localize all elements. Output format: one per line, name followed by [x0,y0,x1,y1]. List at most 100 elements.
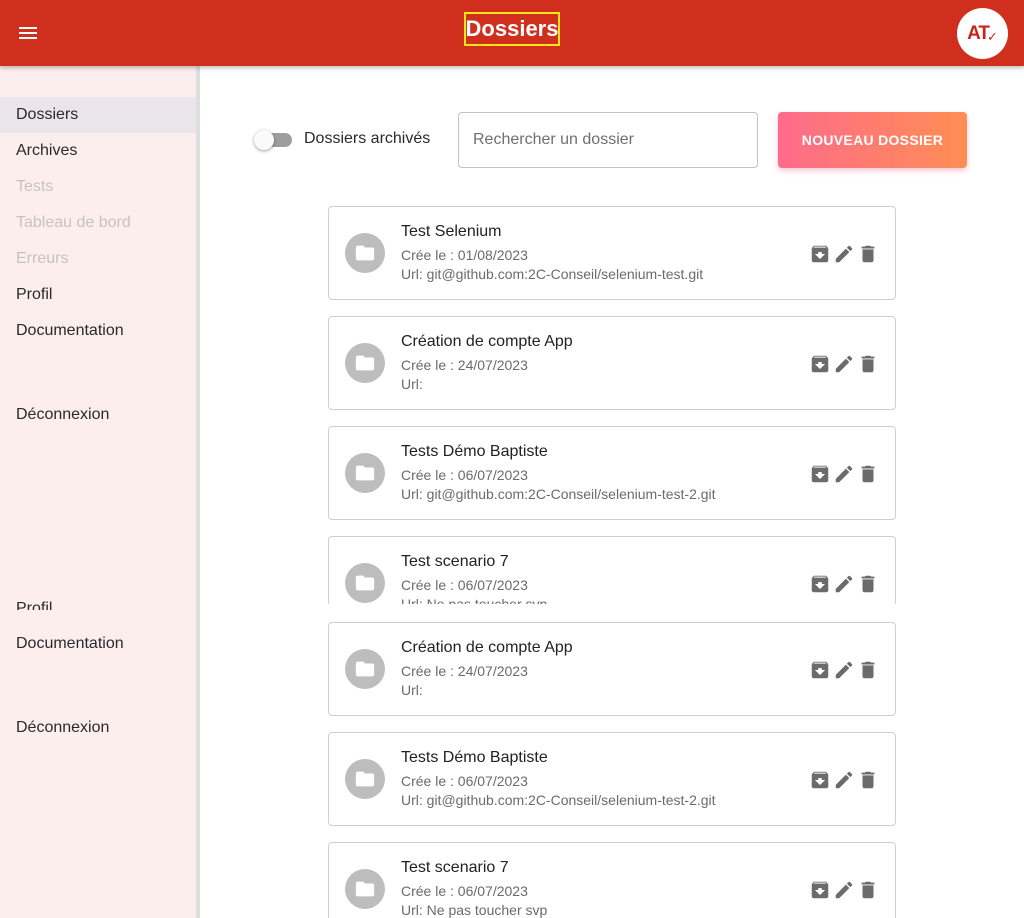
delete-button[interactable] [857,879,879,901]
edit-button[interactable] [833,573,855,595]
edit-button[interactable] [833,243,855,265]
sidebar-item-documentation-repeat[interactable]: Documentation [0,626,196,662]
edit-button[interactable] [833,659,855,681]
archive-button[interactable] [809,879,831,901]
card-url: Url: git@github.com:2C-Conseil/selenium-… [401,792,716,808]
card-title: Tests Démo Baptiste [401,443,548,460]
sidebar-item-tableau-de-bord: Tableau de bord [16,214,131,231]
delete-button[interactable] [857,769,879,791]
archive-button[interactable] [809,463,831,485]
sidebar-item-documentation[interactable]: Documentation [0,313,196,349]
card-url: Url: Ne pas toucher svp [401,902,548,918]
folder-card[interactable]: Test scenario 7 Crée le : 06/07/2023 Url… [328,536,896,604]
folder-card[interactable]: Test Selenium Crée le : 01/08/2023 Url: … [328,206,896,300]
folder-icon [355,661,375,677]
sidebar-item-tests: Tests [16,178,54,195]
edit-button[interactable] [833,353,855,375]
card-actions [809,573,879,595]
archived-toggle[interactable] [254,130,294,150]
archive-button[interactable] [809,659,831,681]
pencil-icon [835,771,853,789]
card-title: Test scenario 7 [401,553,509,570]
card-url: Url: Ne pas toucher svp [401,596,548,604]
card-title: Création de compte App [401,333,573,350]
archive-icon [811,771,829,789]
sidebar-item-deconnexion[interactable]: Déconnexion [0,397,196,433]
edit-button[interactable] [833,769,855,791]
card-actions [809,243,879,265]
archive-button[interactable] [809,769,831,791]
sidebar-divider [196,66,200,918]
folder-icon [355,465,375,481]
archive-icon [811,575,829,593]
trash-icon [861,575,875,593]
archive-icon [811,881,829,899]
sidebar-item-profil-repeat[interactable]: Profil [0,590,196,610]
archive-icon [811,355,829,373]
folder-card[interactable]: Tests Démo Baptiste Crée le : 06/07/2023… [328,732,896,826]
trash-icon [861,465,875,483]
edit-button[interactable] [833,463,855,485]
menu-icon-bar [19,37,37,39]
sidebar-item-deconnexion-repeat[interactable]: Déconnexion [0,710,196,746]
folder-card[interactable]: Tests Démo Baptiste Crée le : 06/07/2023… [328,426,896,520]
folder-icon [355,575,375,591]
check-icon: ✓ [987,28,998,44]
folder-avatar [345,563,385,603]
folder-avatar [345,233,385,273]
trash-icon [861,771,875,789]
archive-button[interactable] [809,353,831,375]
folder-avatar [345,343,385,383]
card-date: Crée le : 06/07/2023 [401,577,528,593]
delete-button[interactable] [857,463,879,485]
pencil-icon [835,575,853,593]
card-url: Url: git@github.com:2C-Conseil/selenium-… [401,486,716,502]
pencil-icon [835,465,853,483]
new-folder-button[interactable]: NOUVEAU DOSSIER [778,112,967,168]
card-title: Tests Démo Baptiste [401,749,548,766]
archive-icon [811,661,829,679]
folder-card[interactable]: Test scenario 7 Crée le : 06/07/2023 Url… [328,842,896,918]
search-input[interactable] [458,112,758,168]
card-url: Url: git@github.com:2C-Conseil/selenium-… [401,266,704,282]
folder-card[interactable]: Création de compte App Crée le : 24/07/2… [328,316,896,410]
pencil-icon [835,881,853,899]
folder-icon [355,881,375,897]
card-title: Test scenario 7 [401,859,509,876]
page-title: Dossiers [464,12,560,46]
edit-button[interactable] [833,879,855,901]
sidebar-item-archives[interactable]: Archives [0,133,196,169]
trash-icon [861,881,875,899]
archive-icon [811,465,829,483]
card-date: Crée le : 24/07/2023 [401,663,528,679]
avatar-logo-text: AT [967,22,990,44]
card-date: Crée le : 06/07/2023 [401,467,528,483]
card-actions [809,879,879,901]
sidebar-item-label: Profil [16,600,53,610]
delete-button[interactable] [857,353,879,375]
menu-button[interactable] [14,19,42,47]
folder-card[interactable]: Création de compte App Crée le : 24/07/2… [328,622,896,716]
trash-icon [861,355,875,373]
card-actions [809,659,879,681]
card-title: Test Selenium [401,223,502,240]
card-url: Url: [401,376,423,392]
card-title: Création de compte App [401,639,573,656]
archive-button[interactable] [809,243,831,265]
delete-button[interactable] [857,243,879,265]
folder-icon [355,355,375,371]
card-date: Crée le : 06/07/2023 [401,883,528,899]
card-actions [809,769,879,791]
toggle-knob [254,130,274,150]
delete-button[interactable] [857,573,879,595]
sidebar-item-profil[interactable]: Profil [0,277,196,313]
trash-icon [861,661,875,679]
folder-avatar [345,759,385,799]
delete-button[interactable] [857,659,879,681]
folder-avatar [345,869,385,909]
pencil-icon [835,245,853,263]
archive-button[interactable] [809,573,831,595]
user-avatar[interactable]: AT ✓ [957,8,1008,59]
folder-icon [355,245,375,261]
sidebar-item-dossiers[interactable]: Dossiers [0,97,196,133]
